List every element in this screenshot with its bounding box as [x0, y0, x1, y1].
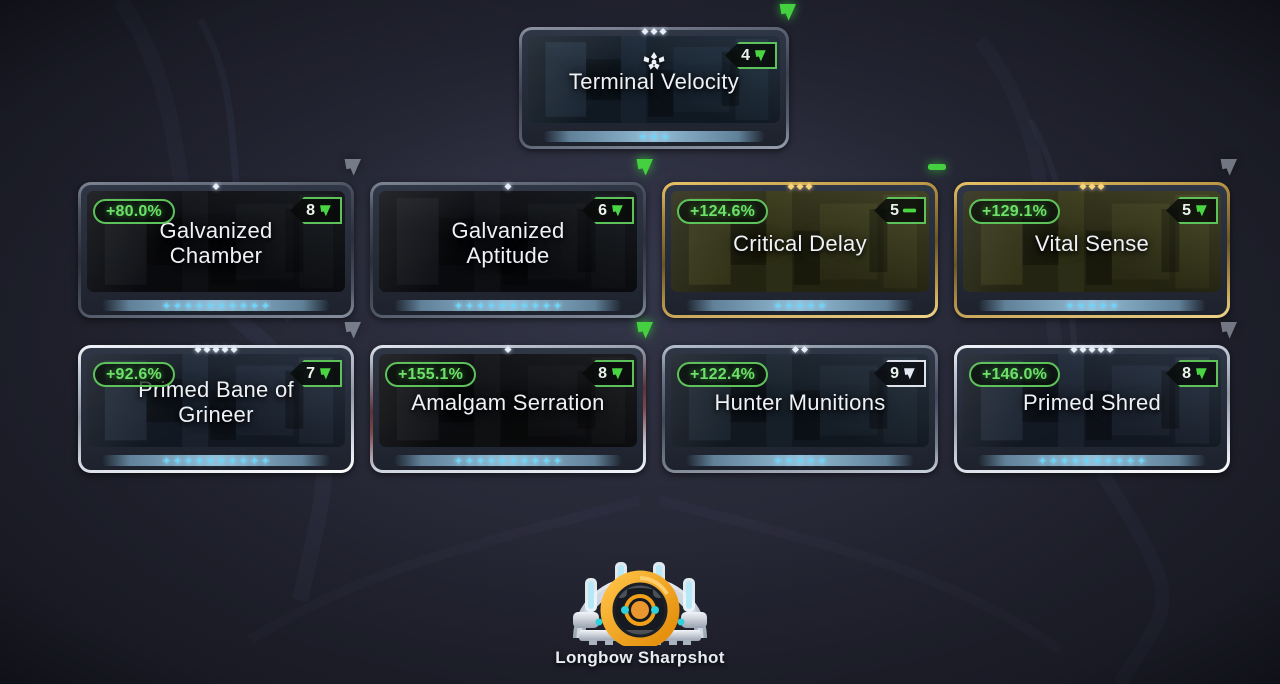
- mod-card-primed-bane-of-grineer[interactable]: +92.6% 7 Primed Bane of Grineer ✦ ✦ ✦ ✦ ✦ ✦ ✦ ✦ ✦ ✦: [78, 322, 361, 473]
- mod-rank-bar[interactable]: ✦ ✦ ✦ ✦ ✦ ✦ ✦ ✦ ✦ ✦: [102, 300, 330, 312]
- mod-rarity-pips: [641, 27, 667, 36]
- mod-rarity-pips: [212, 182, 220, 191]
- mod-rank-bar[interactable]: ✦ ✦ ✦ ✦ ✦: [686, 455, 914, 467]
- mod-drain-value: 6: [598, 201, 607, 219]
- mod-card-amalgam-serration[interactable]: +155.1% 8 Amalgam Serration ✦ ✦ ✦ ✦ ✦ ✦ ✦ ✦ ✦ ✦: [370, 322, 653, 473]
- mod-value-badge: +146.0%: [969, 362, 1061, 387]
- mod-value-badge: +92.6%: [93, 362, 175, 387]
- mod-card-galvanized-aptitude[interactable]: 6 Galvanized Aptitude ✦ ✦ ✦ ✦ ✦ ✦ ✦ ✦ ✦ ✦: [370, 159, 653, 318]
- mod-rank-bar[interactable]: ✦ ✦ ✦ ✦ ✦ ✦ ✦ ✦ ✦ ✦: [102, 455, 330, 467]
- slot-polarity-galvanized-chamber: [342, 156, 364, 178]
- mod-value-badge: +124.6%: [677, 199, 769, 224]
- slot-polarity-critical-delay: [926, 156, 948, 178]
- mod-rarity-pips: [787, 182, 813, 191]
- mod-rarity-pips: [1070, 345, 1114, 354]
- mod-name: Terminal Velocity: [568, 68, 740, 94]
- mod-card-critical-delay[interactable]: +124.6% 5 Critical Delay ✦ ✦ ✦ ✦ ✦: [662, 164, 946, 318]
- exilus-icon: [641, 49, 667, 73]
- mod-drain-value: 7: [306, 364, 315, 382]
- mod-rarity-pips: [504, 182, 512, 191]
- mod-card-hunter-munitions[interactable]: +122.4% 9 Hunter Munitions ✦ ✦ ✦ ✦ ✦: [662, 345, 938, 473]
- arcane-icon: [573, 562, 707, 646]
- mod-rank-bar[interactable]: ✦ ✦ ✦ ✦ ✦ ✦ ✦ ✦ ✦ ✦: [394, 300, 622, 312]
- mod-rank-bar[interactable]: ✦ ✦ ✦ ✦ ✦: [686, 300, 914, 312]
- mod-rarity-pips: [504, 345, 512, 354]
- slot-polarity-galvanized-aptitude: [634, 156, 656, 178]
- mod-rank-bar[interactable]: ✦ ✦ ✦ ✦ ✦ ✦ ✦ ✦ ✦ ✦: [394, 455, 622, 467]
- equipped-item-label: Longbow Sharpshot: [555, 648, 725, 667]
- mod-drain-value: 9: [890, 364, 899, 382]
- mod-drain-value: 8: [1182, 364, 1191, 382]
- mod-rarity-pips: [791, 345, 809, 354]
- mod-rarity-pips: [1079, 182, 1105, 191]
- mod-drain-value: 8: [306, 201, 315, 219]
- mod-value-badge: +129.1%: [969, 199, 1061, 224]
- mod-drain-value: 5: [1182, 201, 1191, 219]
- mod-value-badge: +80.0%: [93, 199, 175, 224]
- mod-rank-bar[interactable]: ✦ ✦ ✦: [543, 131, 765, 143]
- mod-drain-value: 4: [741, 46, 750, 64]
- slot-polarity-primed-bane-of-grineer: [342, 319, 364, 341]
- equipped-item[interactable]: Longbow Sharpshot: [520, 550, 760, 668]
- mod-card-terminal-velocity[interactable]: 4 Terminal Velocity ✦ ✦ ✦: [519, 4, 796, 149]
- mod-value-badge: +122.4%: [677, 362, 769, 387]
- mod-card-primed-shred[interactable]: +146.0% 8 Primed Shred ✦ ✦ ✦ ✦ ✦ ✦ ✦ ✦ ✦ ✦: [954, 322, 1237, 473]
- mod-rank-bar[interactable]: ✦ ✦ ✦ ✦ ✦: [978, 300, 1206, 312]
- slot-polarity-primed-shred: [1218, 319, 1240, 341]
- mod-value-badge: +155.1%: [385, 362, 477, 387]
- mod-drain-value: 5: [890, 201, 899, 219]
- mod-card-vital-sense[interactable]: +129.1% 5 Vital Sense ✦ ✦ ✦ ✦ ✦: [954, 159, 1237, 318]
- slot-polarity-amalgam-serration: [634, 319, 656, 341]
- mod-rarity-pips: [194, 345, 238, 354]
- mod-drain-value: 8: [598, 364, 607, 382]
- mod-rank-bar[interactable]: ✦ ✦ ✦ ✦ ✦ ✦ ✦ ✦ ✦ ✦: [978, 455, 1206, 467]
- slot-polarity-terminal-velocity: [777, 1, 799, 23]
- mod-card-galvanized-chamber[interactable]: +80.0% 8 Galvanized Chamber ✦ ✦ ✦ ✦ ✦ ✦ ✦ ✦ ✦ ✦: [78, 159, 361, 318]
- slot-polarity-vital-sense: [1218, 156, 1240, 178]
